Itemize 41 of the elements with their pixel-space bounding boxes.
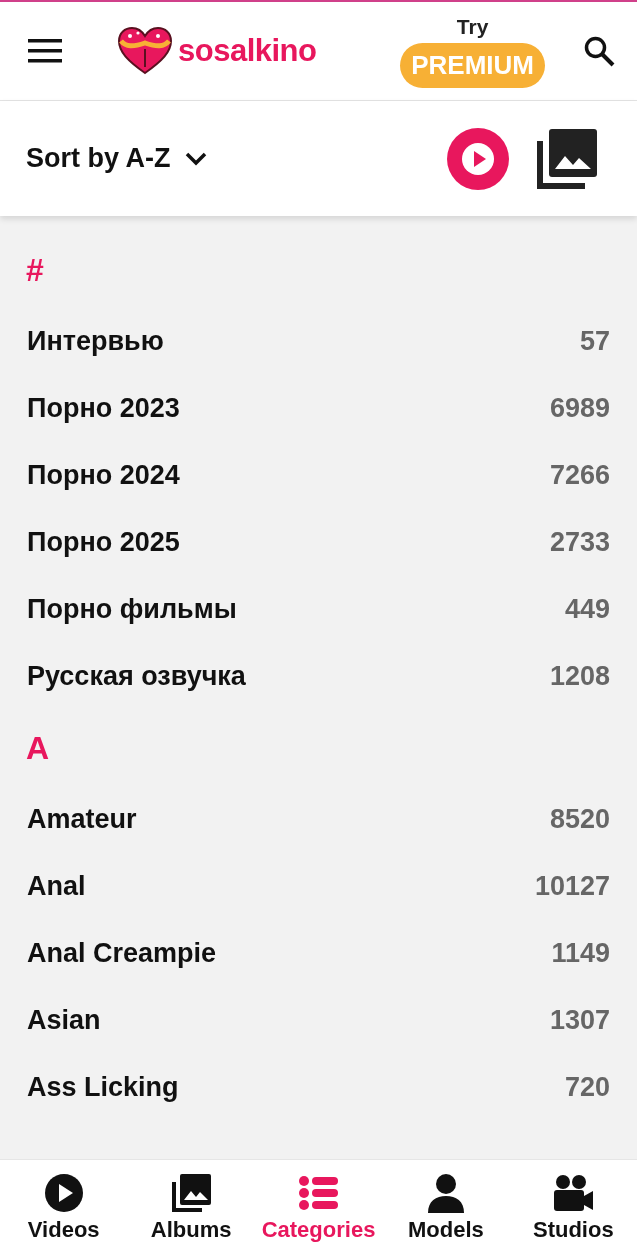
nav-tab[interactable]: Albums <box>127 1160 255 1255</box>
category-name[interactable]: Ass Licking <box>27 1072 179 1103</box>
category-count: 1149 <box>551 938 610 969</box>
nav-tab[interactable]: Categories <box>254 1160 383 1255</box>
menu-icon[interactable] <box>28 38 62 64</box>
category-name[interactable]: Интервью <box>27 326 164 357</box>
play-icon <box>42 1172 85 1213</box>
category-count: 1307 <box>549 1005 610 1036</box>
category-count: 57 <box>579 326 610 357</box>
section-letter: # <box>26 251 44 290</box>
category-name[interactable]: Порно 2025 <box>27 527 180 558</box>
category-count: 720 <box>564 1072 610 1103</box>
sort-dropdown[interactable]: Sort by A-Z <box>26 143 207 174</box>
chevron-down-icon <box>184 151 207 166</box>
nav-tab[interactable]: Models <box>382 1160 510 1255</box>
category-name[interactable]: Anal <box>27 871 86 902</box>
nav-tab[interactable]: Studios <box>509 1160 637 1255</box>
nav-tab[interactable]: Videos <box>0 1160 128 1255</box>
category-name[interactable]: Порно 2024 <box>27 460 180 491</box>
logo-text: sosalkino <box>178 33 317 69</box>
movie-camera-icon <box>552 1172 595 1213</box>
category-count: 449 <box>564 594 610 625</box>
play-button[interactable] <box>447 127 509 190</box>
category-name[interactable]: Anal Creampie <box>27 938 217 969</box>
image-stack-icon <box>170 1172 213 1213</box>
search-icon[interactable] <box>583 35 615 67</box>
category-count: 10127 <box>534 871 610 902</box>
category-count: 7266 <box>549 460 610 491</box>
category-name[interactable]: Порно 2023 <box>27 393 180 424</box>
category-name[interactable]: Amateur <box>27 804 137 835</box>
category-count: 6989 <box>549 393 610 424</box>
try-label: Try <box>456 14 489 39</box>
category-count: 1208 <box>549 661 610 692</box>
category-count: 8520 <box>549 804 610 835</box>
heart-logo-icon <box>118 27 172 75</box>
category-count: 2733 <box>549 527 610 558</box>
section-letter: A <box>26 729 50 768</box>
category-name[interactable]: Русская озвучка <box>27 661 246 692</box>
albums-button[interactable] <box>535 126 599 191</box>
category-name[interactable]: Asian <box>27 1005 101 1036</box>
category-name[interactable]: Порно фильмы <box>27 594 237 625</box>
